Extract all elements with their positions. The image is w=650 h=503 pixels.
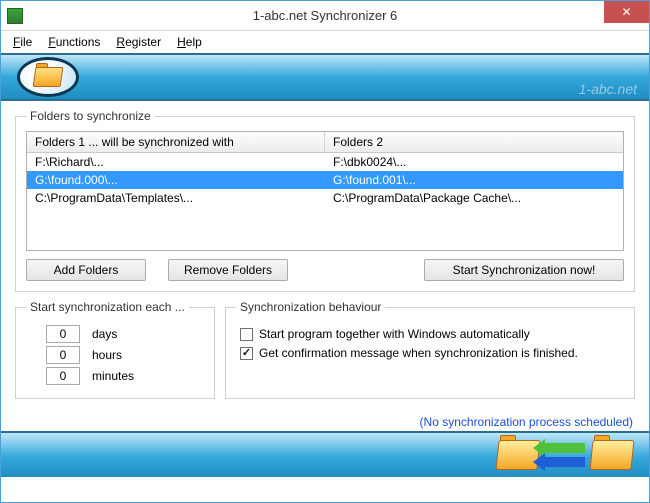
schedule-fieldset: Start synchronization each ... 0 days 0 …: [15, 300, 215, 399]
arrow-left-icon: [545, 443, 585, 453]
window-title: 1-abc.net Synchronizer 6: [1, 8, 649, 23]
table-row[interactable]: F:\Richard\...F:\dbk0024\...: [27, 153, 623, 171]
schedule-legend: Start synchronization each ...: [26, 300, 189, 314]
arrow-right-icon: [545, 457, 585, 467]
behaviour-legend: Synchronization behaviour: [236, 300, 385, 314]
button-row: Add Folders Remove Folders Start Synchro…: [26, 259, 624, 281]
table-row[interactable]: G:\found.000\...G:\found.001\...: [27, 171, 623, 189]
open-folder-oval-icon[interactable]: [17, 57, 79, 97]
folder-rows: F:\Richard\...F:\dbk0024\...G:\found.000…: [27, 153, 623, 207]
cell-folder2: G:\found.001\...: [325, 171, 623, 189]
schedule-minutes-row: 0 minutes: [46, 367, 204, 385]
cell-folder2: F:\dbk0024\...: [325, 153, 623, 171]
days-label: days: [92, 327, 117, 341]
brand-watermark: 1-abc.net: [579, 81, 637, 97]
header-col1[interactable]: Folders 1 ... will be synchronized with: [27, 132, 325, 152]
banner-bottom: [1, 431, 649, 477]
folder-table-header: Folders 1 ... will be synchronized with …: [27, 132, 623, 153]
cell-folder1: G:\found.000\...: [27, 171, 325, 189]
header-col2[interactable]: Folders 2: [325, 132, 623, 152]
content-area: Folders to synchronize Folders 1 ... wil…: [1, 101, 649, 411]
sync-arrows-icon: [545, 443, 585, 467]
cell-folder2: C:\ProgramData\Package Cache\...: [325, 189, 623, 207]
banner-top: 1-abc.net: [1, 53, 649, 101]
lower-row: Start synchronization each ... 0 days 0 …: [15, 300, 635, 407]
menu-help[interactable]: Help: [171, 33, 208, 51]
menubar: File Functions Register Help: [1, 31, 649, 53]
behaviour-fieldset: Synchronization behaviour Start program …: [225, 300, 635, 399]
hours-input[interactable]: 0: [46, 346, 80, 364]
hours-label: hours: [92, 348, 122, 362]
schedule-days-row: 0 days: [46, 325, 204, 343]
folders-legend: Folders to synchronize: [26, 109, 155, 123]
autostart-label: Start program together with Windows auto…: [259, 327, 530, 341]
folder-table[interactable]: Folders 1 ... will be synchronized with …: [26, 131, 624, 251]
folder-right-icon: [591, 440, 633, 470]
start-sync-button[interactable]: Start Synchronization now!: [424, 259, 624, 281]
close-button[interactable]: ✕: [604, 1, 649, 23]
minutes-label: minutes: [92, 369, 134, 383]
folder-icon: [34, 67, 62, 87]
menu-functions[interactable]: Functions: [42, 33, 106, 51]
autostart-row: Start program together with Windows auto…: [240, 327, 624, 341]
cell-folder1: F:\Richard\...: [27, 153, 325, 171]
menu-file[interactable]: File: [7, 33, 38, 51]
schedule-hours-row: 0 hours: [46, 346, 204, 364]
confirm-label: Get confirmation message when synchroniz…: [259, 346, 578, 360]
confirm-row: Get confirmation message when synchroniz…: [240, 346, 624, 360]
days-input[interactable]: 0: [46, 325, 80, 343]
titlebar: 1-abc.net Synchronizer 6 ✕: [1, 1, 649, 31]
table-row[interactable]: C:\ProgramData\Templates\...C:\ProgramDa…: [27, 189, 623, 207]
add-folders-button[interactable]: Add Folders: [26, 259, 146, 281]
remove-folders-button[interactable]: Remove Folders: [168, 259, 288, 281]
confirm-checkbox[interactable]: [240, 347, 253, 360]
autostart-checkbox[interactable]: [240, 328, 253, 341]
app-icon: [7, 8, 23, 24]
minutes-input[interactable]: 0: [46, 367, 80, 385]
status-text: (No synchronization process scheduled): [1, 411, 649, 431]
menu-register[interactable]: Register: [110, 33, 167, 51]
folders-fieldset: Folders to synchronize Folders 1 ... wil…: [15, 109, 635, 292]
cell-folder1: C:\ProgramData\Templates\...: [27, 189, 325, 207]
